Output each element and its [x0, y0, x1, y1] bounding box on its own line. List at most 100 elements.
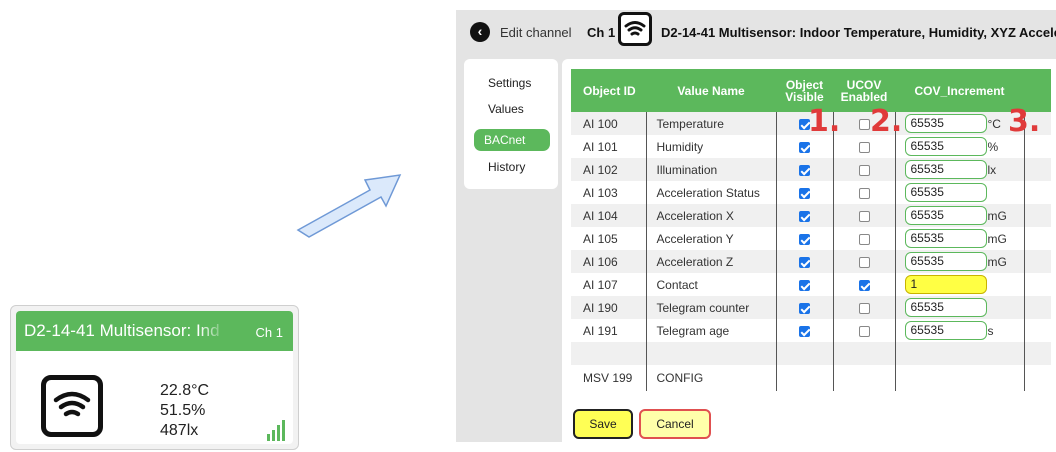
extra-cell: [1024, 204, 1051, 227]
value-name-cell: [646, 342, 777, 365]
ucov-enabled-checkbox[interactable]: [858, 279, 870, 291]
cov-increment-input[interactable]: 1: [904, 275, 987, 294]
cov-cell: 65535: [895, 181, 1025, 204]
ucov-enabled-checkbox[interactable]: [858, 233, 870, 245]
cov-cell: [895, 365, 1025, 391]
sidebar-item-history[interactable]: History: [474, 156, 550, 178]
ucov-cell: [833, 181, 896, 204]
value-name-cell: Contact: [646, 273, 777, 296]
value-name-cell: Acceleration Status: [646, 181, 777, 204]
annotation-1: 1.: [808, 104, 841, 139]
extra-cell: [1024, 273, 1051, 296]
ucov-enabled-checkbox[interactable]: [858, 118, 870, 130]
extra-cell: [1024, 250, 1051, 273]
cov-increment-input[interactable]: 65535: [904, 183, 987, 202]
sensor-tile-title: D2-14-41 Multisensor: Ind: [24, 321, 219, 340]
table-row: AI 104 Acceleration X 65535 mG: [571, 204, 1051, 227]
temperature-value: 22.8°C: [160, 382, 210, 399]
extra-cell: [1024, 365, 1051, 391]
edit-channel-window: ‹ Edit channel Ch 1 D2-14-41 Multisensor…: [456, 10, 1056, 442]
object-visible-checkbox[interactable]: [799, 233, 810, 245]
table-row: AI 106 Acceleration Z 65535 mG: [571, 250, 1051, 273]
cov-cell: 65535 mG: [895, 250, 1025, 273]
ucov-enabled-checkbox[interactable]: [858, 141, 870, 153]
channel-label: Ch 1: [587, 25, 616, 40]
object-visible-checkbox[interactable]: [799, 210, 810, 222]
value-name-cell: Illumination: [646, 158, 777, 181]
cov-cell: 65535 s: [895, 319, 1025, 342]
title-fade: [199, 311, 227, 351]
value-name-cell: Acceleration Z: [646, 250, 777, 273]
cov-cell: 65535 lx: [895, 158, 1025, 181]
object-visible-checkbox[interactable]: [799, 325, 810, 337]
cov-cell: 65535: [895, 296, 1025, 319]
sensor-values: 22.8°C 51.5% 487lx: [160, 381, 209, 441]
arrow-icon: [296, 174, 402, 238]
cov-increment-input[interactable]: 65535: [904, 252, 987, 271]
extra-cell: [1024, 342, 1051, 365]
object-visible-checkbox[interactable]: [799, 187, 810, 199]
bacnet-table-body: AI 100 Temperature 65535 °C AI 101 Humidity 65…: [571, 112, 1051, 391]
ucov-enabled-checkbox[interactable]: [858, 164, 870, 176]
sidebar-item-settings[interactable]: Settings: [474, 72, 550, 94]
table-row: AI 102 Illumination 65535 lx: [571, 158, 1051, 181]
extra-cell: [1024, 296, 1051, 319]
annotation-3: 3.: [1008, 104, 1041, 139]
unit-label: mG: [987, 254, 1007, 269]
table-row: AI 105 Acceleration Y 65535 mG: [571, 227, 1051, 250]
column-value-name: Value Name: [646, 69, 776, 112]
ucov-enabled-checkbox[interactable]: [858, 187, 870, 199]
sidebar-item-values[interactable]: Values: [474, 98, 550, 120]
unit-label: %: [987, 139, 999, 154]
extra-cell: [1024, 181, 1051, 204]
object-id-cell: MSV 199: [571, 365, 647, 391]
cov-cell: 65535 mG: [895, 227, 1025, 250]
ucov-enabled-checkbox[interactable]: [858, 325, 870, 337]
ucov-enabled-checkbox[interactable]: [858, 210, 870, 222]
cov-increment-input[interactable]: 65535: [904, 321, 987, 340]
ucov-cell: [833, 204, 896, 227]
object-id-cell: AI 102: [571, 158, 647, 181]
cancel-button[interactable]: Cancel: [639, 409, 711, 439]
object-id-cell: AI 104: [571, 204, 647, 227]
device-title: D2-14-41 Multisensor: Indoor Temperature…: [661, 25, 1056, 40]
object-visible-checkbox[interactable]: [799, 141, 810, 153]
object-visible-checkbox[interactable]: [799, 256, 810, 268]
ucov-cell: [833, 250, 896, 273]
object-id-cell: [571, 342, 647, 365]
cov-increment-input[interactable]: 65535: [904, 229, 987, 248]
ucov-cell: [833, 227, 896, 250]
table-row: AI 103 Acceleration Status 65535: [571, 181, 1051, 204]
cov-increment-input[interactable]: 65535: [904, 206, 987, 225]
illumination-value: 487lx: [160, 422, 199, 439]
visible-cell: [776, 250, 834, 273]
ucov-enabled-checkbox[interactable]: [858, 256, 870, 268]
sidebar: Settings Values BACnet History: [464, 59, 558, 189]
unit-label: mG: [987, 208, 1007, 223]
object-id-cell: AI 190: [571, 296, 647, 319]
cov-increment-input[interactable]: 65535: [904, 114, 987, 133]
object-id-cell: AI 191: [571, 319, 647, 342]
visible-cell: [776, 319, 834, 342]
object-visible-checkbox[interactable]: [799, 302, 810, 314]
object-id-cell: AI 106: [571, 250, 647, 273]
edit-channel-label: Edit channel: [500, 25, 572, 40]
cov-increment-input[interactable]: 65535: [904, 160, 987, 179]
value-name-cell: Acceleration X: [646, 204, 777, 227]
object-id-cell: AI 105: [571, 227, 647, 250]
cov-increment-input[interactable]: 65535: [904, 298, 987, 317]
object-id-cell: AI 101: [571, 135, 647, 158]
sensor-tile[interactable]: D2-14-41 Multisensor: Ind Ch 1 22.8°C 51…: [10, 305, 299, 450]
visible-cell: [776, 365, 834, 391]
column-object-id: Object ID: [571, 69, 646, 112]
cov-increment-input[interactable]: 65535: [904, 137, 987, 156]
save-button[interactable]: Save: [573, 409, 633, 439]
cov-cell: 65535%: [895, 135, 1025, 158]
back-button[interactable]: ‹: [470, 22, 490, 42]
sidebar-item-bacnet[interactable]: BACnet: [474, 129, 550, 151]
ucov-cell: [833, 273, 896, 296]
ucov-enabled-checkbox[interactable]: [858, 302, 870, 314]
object-visible-checkbox[interactable]: [799, 164, 810, 176]
object-visible-checkbox[interactable]: [799, 279, 810, 291]
extra-cell: [1024, 158, 1051, 181]
